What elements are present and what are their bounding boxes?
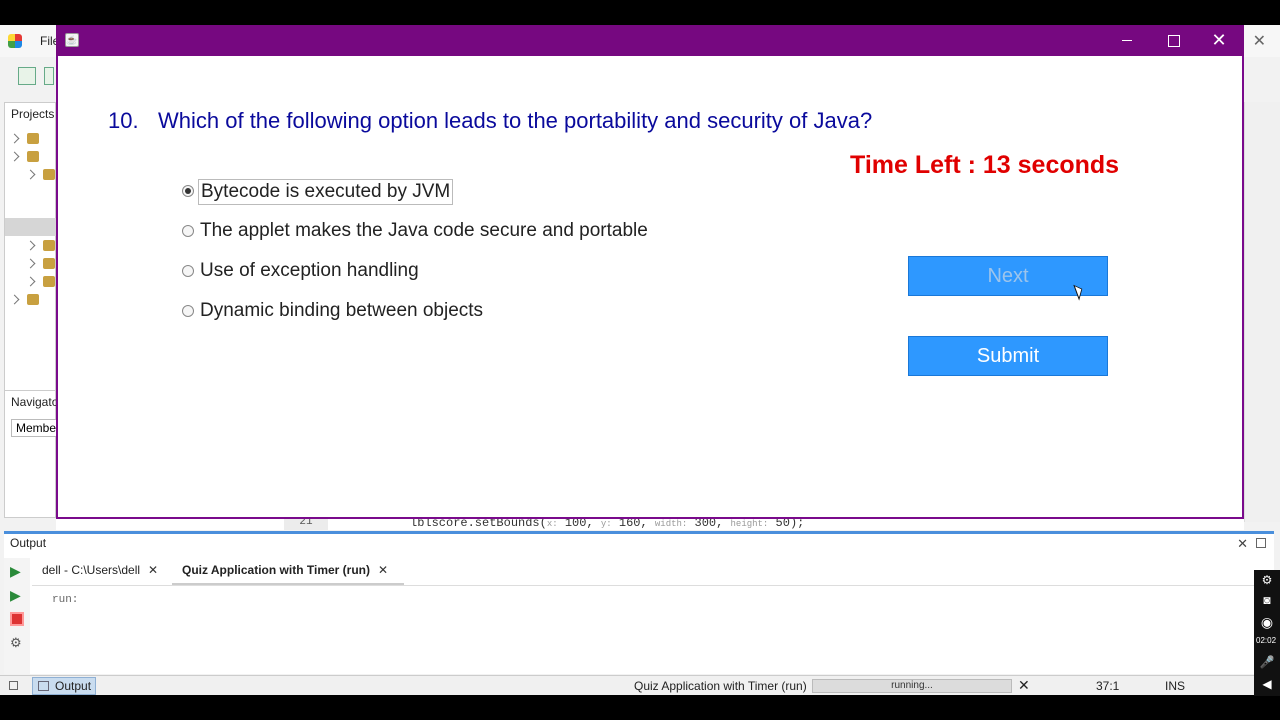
output-title: Output xyxy=(10,536,47,550)
tab-dell-label: dell - C:\Users\dell xyxy=(42,563,141,577)
settings-icon[interactable]: ⚙ xyxy=(10,636,24,650)
param-hint-y: y: xyxy=(600,519,612,529)
tree-node-folder[interactable] xyxy=(27,276,55,288)
projects-panel: Projects xyxy=(4,102,57,402)
option-4-label[interactable]: Dynamic binding between objects xyxy=(198,299,485,325)
option-3-radio[interactable] xyxy=(182,265,194,277)
quiz-window: ☕ ✕ 10. Which of the following option le… xyxy=(56,25,1244,519)
tab-dell[interactable]: dell - C:\Users\dell ✕ xyxy=(42,563,158,577)
output-close-icon[interactable]: ✕ xyxy=(1237,536,1248,552)
progress-bar: running... xyxy=(812,679,1012,693)
option-2-radio[interactable] xyxy=(182,225,194,237)
option-2-label[interactable]: The applet makes the Java code secure an… xyxy=(198,219,650,245)
submit-button[interactable]: Submit xyxy=(908,336,1108,376)
recording-time: 02:02 xyxy=(1256,636,1277,645)
navigator-title[interactable]: Navigator xyxy=(11,395,62,409)
maximize-button[interactable] xyxy=(1150,25,1196,56)
members-select[interactable]: Members xyxy=(11,419,57,437)
record-icon[interactable]: ◉ xyxy=(1259,614,1275,630)
output-tabs: dell - C:\Users\dell ✕ Quiz Application w… xyxy=(32,558,1272,586)
netbeans-logo-icon xyxy=(8,34,22,48)
recorder-bar: ⚙ ◙ ◉ 02:02 🎤 ◀ xyxy=(1254,570,1280,696)
new-project-icon[interactable] xyxy=(44,67,54,85)
option-1-radio[interactable] xyxy=(182,185,194,197)
running-task-label: Quiz Application with Timer (run) xyxy=(634,679,807,693)
restore-icon[interactable] xyxy=(9,681,18,690)
rerun-with-params-icon[interactable]: ▶ xyxy=(10,588,24,602)
tree-node-folder[interactable] xyxy=(27,258,55,270)
microphone-icon[interactable]: 🎤 xyxy=(1259,654,1275,670)
new-file-icon[interactable] xyxy=(18,67,36,85)
output-window-button[interactable]: Output xyxy=(32,677,97,695)
param-hint-width: width: xyxy=(654,519,688,529)
tree-selected-row[interactable] xyxy=(5,218,57,236)
editor-right-strip xyxy=(1244,102,1280,522)
tab-quiz-run-label: Quiz Application with Timer (run) xyxy=(182,563,370,577)
close-button[interactable]: ✕ xyxy=(1196,25,1242,56)
question-number: 10. xyxy=(108,108,139,133)
output-text[interactable]: run: xyxy=(52,594,78,606)
ide-close-icon[interactable]: ✕ xyxy=(1253,31,1266,51)
tab-quiz-run[interactable]: Quiz Application with Timer (run) ✕ xyxy=(182,563,388,577)
java-app-icon: ☕ xyxy=(65,33,79,47)
tab-close-icon[interactable]: ✕ xyxy=(148,563,158,577)
output-sidebar: ▶ ▶ ⚙ xyxy=(4,558,30,674)
screen: File ✕ Projects Navigator Members 21 lbl… xyxy=(0,0,1280,720)
tree-node-project[interactable] xyxy=(11,133,55,145)
camera-icon[interactable]: ◙ xyxy=(1259,592,1275,608)
recorder-tools-icon[interactable]: ⚙ xyxy=(1259,572,1275,588)
param-hint-height: height: xyxy=(730,519,769,529)
output-panel: Output ✕ ▶ ▶ ⚙ dell - C:\Users\dell ✕ Qui… xyxy=(4,534,1274,674)
projects-title[interactable]: Projects xyxy=(11,107,54,121)
option-4-radio[interactable] xyxy=(182,305,194,317)
output-window-icon xyxy=(38,681,49,691)
question-text: Which of the following option leads to t… xyxy=(158,108,873,133)
param-hint-x: x: xyxy=(546,519,558,529)
status-bar: Output Quiz Application with Timer (run)… xyxy=(0,675,1254,695)
tree-node-folder[interactable] xyxy=(27,240,55,252)
insert-mode: INS xyxy=(1165,679,1186,693)
minimize-button[interactable] xyxy=(1104,25,1150,56)
tree-node-project[interactable] xyxy=(11,294,55,306)
window-titlebar[interactable]: ☕ ✕ xyxy=(56,25,1244,56)
option-3-label[interactable]: Use of exception handling xyxy=(198,259,421,285)
tree-node-project[interactable] xyxy=(11,151,55,163)
volume-icon[interactable]: ◀ xyxy=(1259,676,1275,692)
option-1-label[interactable]: Bytecode is executed by JVM xyxy=(198,179,454,205)
output-restore-icon[interactable] xyxy=(1256,538,1266,548)
stop-icon[interactable] xyxy=(10,612,24,626)
navigator-panel: Navigator Members xyxy=(4,390,62,518)
output-window-label: Output xyxy=(55,679,92,693)
tab-close-icon[interactable]: ✕ xyxy=(378,563,388,577)
tree-node-folder[interactable] xyxy=(27,169,55,181)
time-left-label: Time Left : 13 seconds xyxy=(850,151,1120,179)
active-tab-indicator xyxy=(172,583,404,585)
cancel-task-icon[interactable]: ✕ xyxy=(1018,677,1030,694)
caret-position: 37:1 xyxy=(1096,679,1120,693)
rerun-icon[interactable]: ▶ xyxy=(10,564,24,578)
